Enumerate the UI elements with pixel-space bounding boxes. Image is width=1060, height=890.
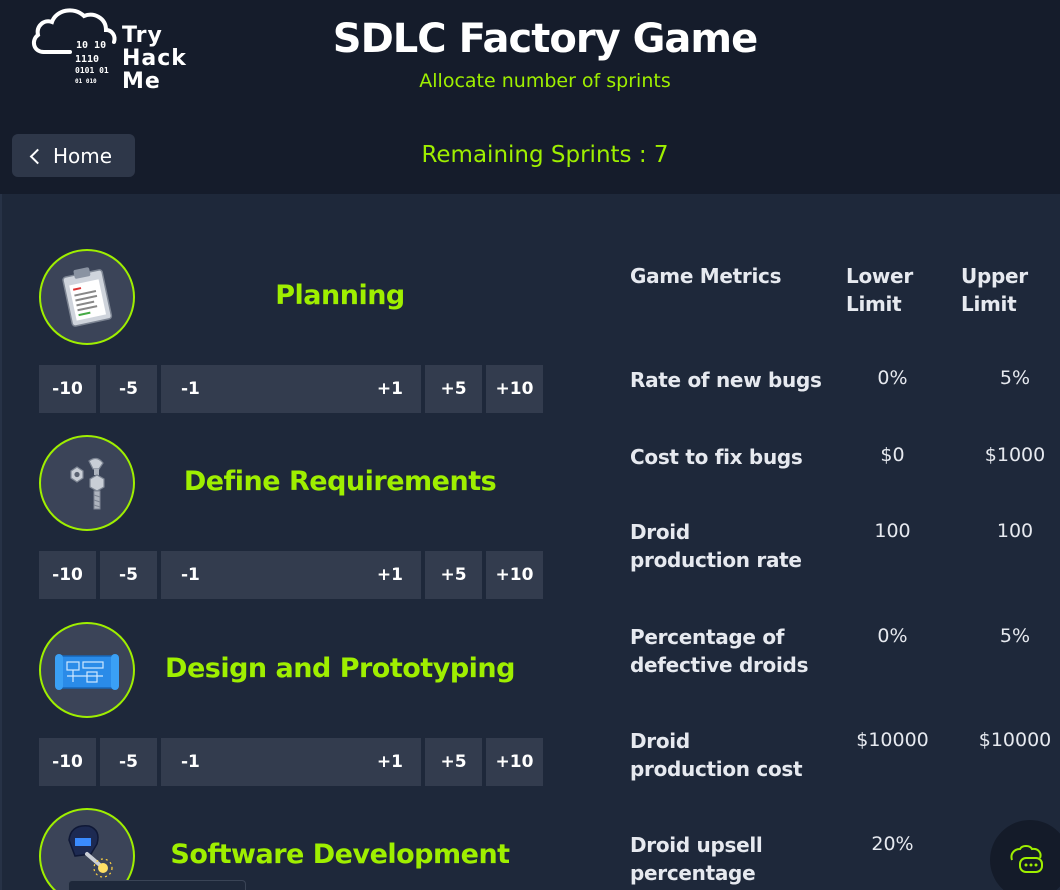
minus-10-button[interactable]: -10 — [39, 365, 96, 413]
metric-lower-value: 0% — [877, 367, 908, 389]
metric-name: Rate of new bugs — [630, 368, 822, 392]
sprint-controls-planning: -10 -5 -1 +1 +5 +10 — [39, 365, 543, 413]
plus-1-button[interactable]: +1 — [377, 379, 403, 399]
plus-10-button[interactable]: +10 — [486, 551, 543, 599]
minus-10-button[interactable]: -10 — [39, 551, 96, 599]
sprint-fine-adjust: -1 +1 — [161, 365, 421, 413]
metrics-header-lower: Lower Limit — [846, 264, 913, 316]
page-title: SDLC Factory Game — [332, 16, 758, 62]
metric-name: Droid upsell percentage — [630, 833, 763, 885]
plus-10-button[interactable]: +10 — [486, 365, 543, 413]
plus-1-button[interactable]: +1 — [377, 752, 403, 772]
sprint-fine-adjust: -1 +1 — [161, 738, 421, 786]
minus-10-button[interactable]: -10 — [39, 738, 96, 786]
metric-upper-value: 5% — [999, 367, 1031, 389]
plus-10-button[interactable]: +10 — [486, 738, 543, 786]
sprint-controls-define-requirements: -10 -5 -1 +1 +5 +10 — [39, 551, 543, 599]
remaining-sprints: Remaining Sprints : 7 — [421, 142, 669, 168]
blueprint-icon — [39, 622, 135, 718]
metric-name: Droid production rate — [630, 520, 802, 572]
metric-name: Percentage of defective droids — [630, 625, 809, 677]
metric-lower-value: 0% — [877, 625, 908, 647]
sprint-fine-adjust: -1 +1 — [161, 551, 421, 599]
metric-upper-value: $1000 — [984, 444, 1046, 466]
metric-lower-value: $10000 — [856, 729, 929, 751]
metric-lower-value: 20% — [871, 833, 914, 855]
clipboard-icon — [39, 249, 135, 345]
metric-lower-value: 100 — [874, 520, 911, 542]
page-subtitle: Allocate number of sprints — [419, 70, 671, 92]
stage-title-software-development: Software Development — [170, 839, 510, 870]
metric-upper-value: 100 — [996, 520, 1034, 542]
metrics-header-name: Game Metrics — [630, 264, 782, 288]
bottom-tab-stub[interactable] — [68, 880, 246, 890]
plus-5-button[interactable]: +5 — [425, 365, 482, 413]
plus-1-button[interactable]: +1 — [377, 565, 403, 585]
metric-upper-value: $10000 — [978, 729, 1052, 751]
minus-5-button[interactable]: -5 — [100, 738, 157, 786]
stage-title-define-requirements: Define Requirements — [183, 466, 497, 497]
plus-5-button[interactable]: +5 — [425, 551, 482, 599]
sprint-controls-design-prototyping: -10 -5 -1 +1 +5 +10 — [39, 738, 543, 786]
stage-title-planning: Planning — [275, 280, 405, 311]
metric-name: Cost to fix bugs — [630, 445, 803, 469]
minus-5-button[interactable]: -5 — [100, 365, 157, 413]
minus-5-button[interactable]: -5 — [100, 551, 157, 599]
chat-icon — [1010, 845, 1043, 873]
stage-title-design-prototyping: Design and Prototyping — [165, 653, 515, 684]
minus-1-button[interactable]: -1 — [181, 752, 200, 772]
header-bar: 10 10 1110 0101 01 01 010 Try Hack Me SD… — [0, 0, 1060, 194]
plus-5-button[interactable]: +5 — [425, 738, 482, 786]
metric-name: Droid production cost — [630, 729, 803, 781]
minus-1-button[interactable]: -1 — [181, 379, 200, 399]
minus-1-button[interactable]: -1 — [181, 565, 200, 585]
nuts-bolts-icon — [39, 435, 135, 531]
metric-upper-value: 5% — [999, 625, 1031, 647]
metrics-header-upper: Upper Limit — [961, 264, 1028, 316]
metric-lower-value: $0 — [880, 444, 905, 466]
